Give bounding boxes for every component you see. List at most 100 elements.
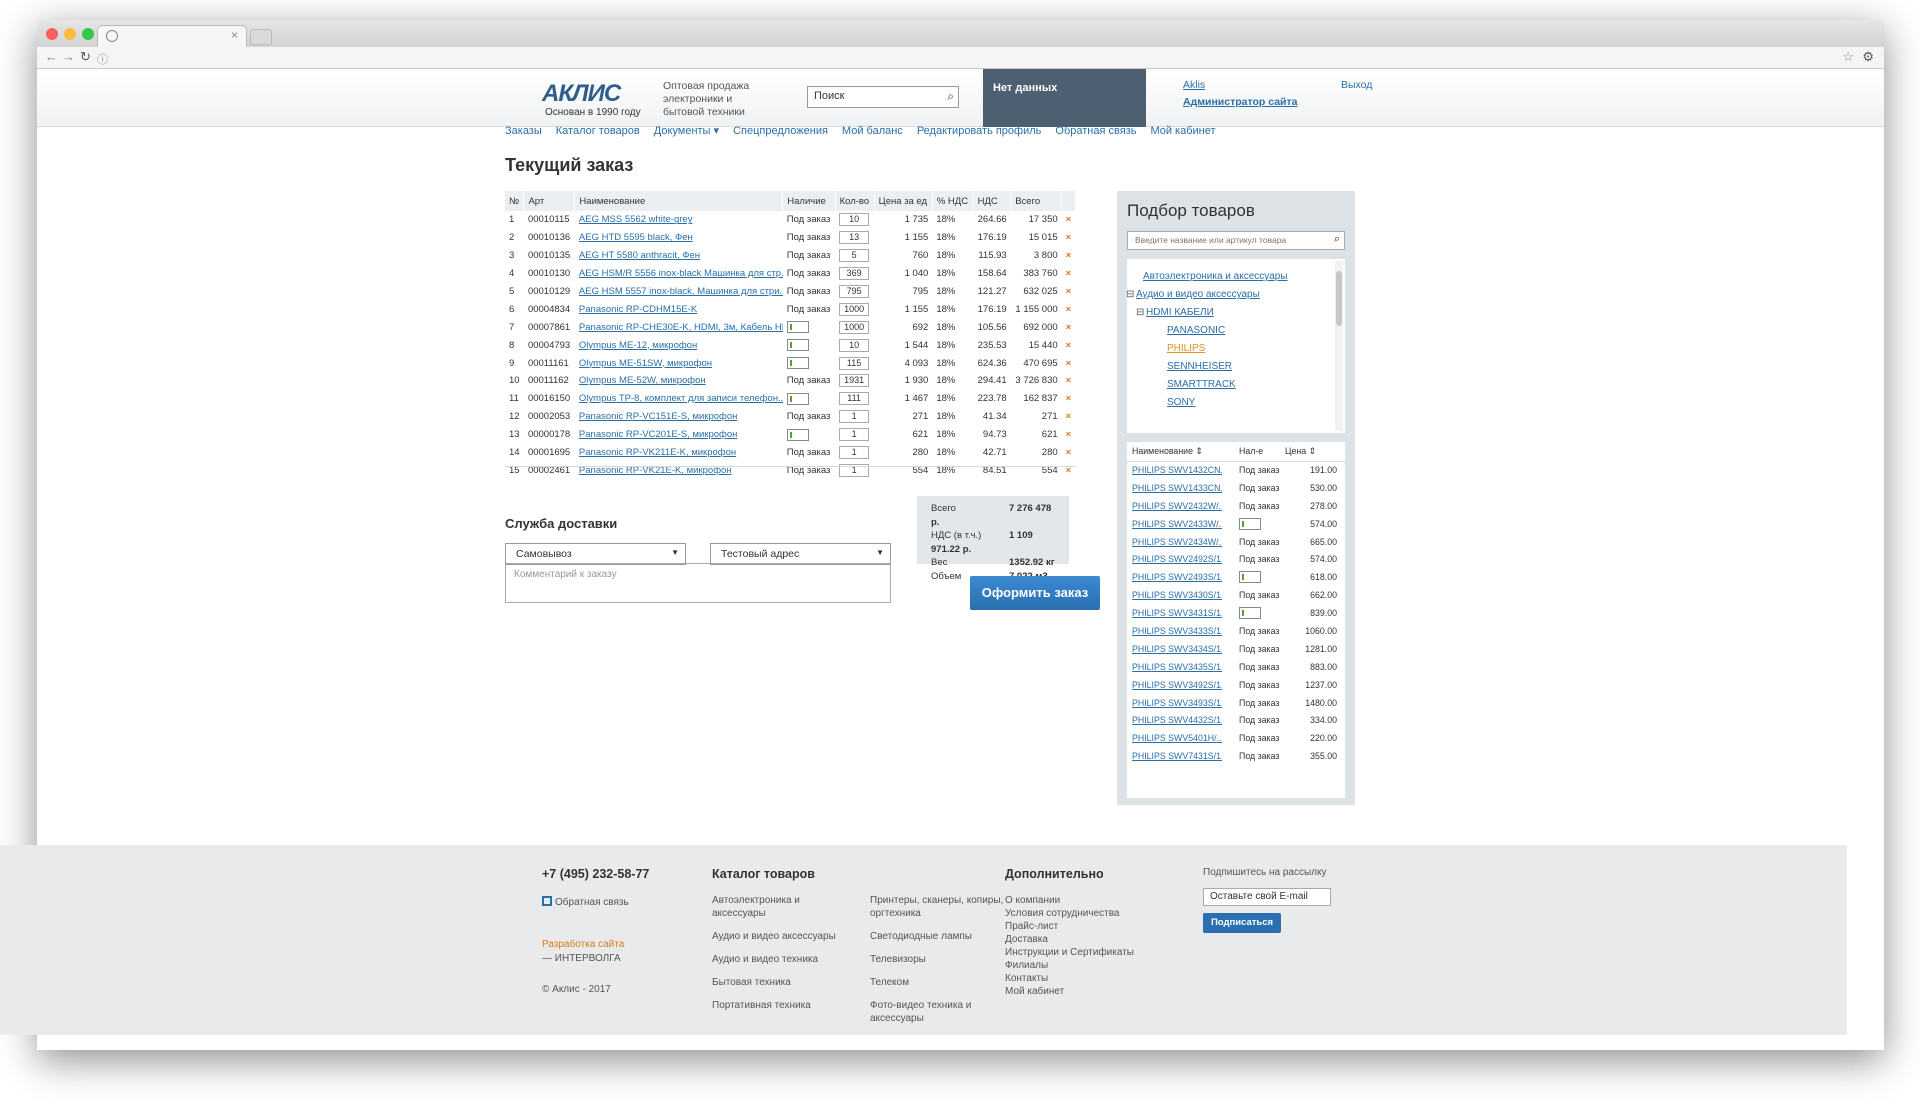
tree-item-auto[interactable]: Автоэлектроника и аксессуары xyxy=(1143,271,1287,282)
tree-item-hdmi[interactable]: HDMI КАБЕЛИ xyxy=(1146,307,1214,318)
picker-search-input[interactable]: Введите название или артикул товара ⌕ xyxy=(1127,231,1345,250)
footer-catalog-link[interactable]: Светодиодные лампы xyxy=(870,930,1010,943)
product-link[interactable]: AEG HT 5580 anthracit, Фен xyxy=(575,247,783,265)
nav-edit-profile[interactable]: Редактировать профиль xyxy=(917,125,1042,137)
remove-item-icon[interactable]: × xyxy=(1066,393,1072,404)
product-link[interactable]: AEG HSM/R 5556 inox-black Машинка для ст… xyxy=(575,265,783,283)
wrench-icon[interactable]: ⚙ xyxy=(1862,49,1874,65)
product-link[interactable]: PHILIPS SWV7431S/1... xyxy=(1132,751,1222,761)
product-link[interactable]: PHILIPS SWV3430S/1... xyxy=(1132,590,1222,600)
quantity-input[interactable]: 1000 xyxy=(839,320,870,334)
delivery-method-select[interactable]: Самовывоз ▼ xyxy=(505,543,686,565)
quantity-input[interactable]: 13 xyxy=(839,231,870,245)
remove-item-icon[interactable]: × xyxy=(1066,214,1072,225)
delivery-address-select[interactable]: Тестовый адрес ▼ xyxy=(710,543,891,565)
footer-catalog-link[interactable]: Аудио и видео техника xyxy=(712,953,852,966)
order-comment-input[interactable]: Комментарий к заказу xyxy=(505,563,891,603)
footer-feedback[interactable]: Обратная связь xyxy=(542,896,629,909)
product-link[interactable]: Olympus TP-8, комплект для записи телефо… xyxy=(575,390,783,408)
remove-item-icon[interactable]: × xyxy=(1066,447,1072,458)
remove-item-icon[interactable]: × xyxy=(1066,411,1072,422)
footer-phone[interactable]: +7 (495) 232-58-77 xyxy=(542,867,649,881)
tree-item-sony[interactable]: SONY xyxy=(1167,397,1195,408)
forward-icon[interactable]: → xyxy=(62,49,75,64)
quantity-input[interactable]: 1 xyxy=(839,428,870,442)
quantity-input[interactable]: 10 xyxy=(839,213,870,227)
footer-dev-link[interactable]: Разработка сайта xyxy=(542,938,624,951)
sort-name-header[interactable]: Наименование ⇕ xyxy=(1132,446,1203,457)
product-link[interactable]: PHILIPS SWV3435S/1... xyxy=(1132,662,1222,672)
close-window-button[interactable] xyxy=(46,28,58,40)
product-link[interactable]: AEG MSS 5562 white-grey xyxy=(575,211,783,229)
product-link[interactable]: PHILIPS SWV2492S/1... xyxy=(1132,554,1222,564)
quantity-input[interactable]: 1 xyxy=(839,410,870,424)
remove-item-icon[interactable]: × xyxy=(1066,232,1072,243)
bookmark-star-icon[interactable]: ☆ xyxy=(1842,49,1854,65)
close-tab-icon[interactable]: × xyxy=(231,28,238,42)
collapse-icon[interactable]: ⊟ xyxy=(1127,289,1134,300)
product-link[interactable]: PHILIPS SWV3492S/1... xyxy=(1132,680,1222,690)
product-link[interactable]: Panasonic RP-VK21E-K, микрофон xyxy=(575,461,783,479)
footer-catalog-link[interactable]: Автоэлектроника и аксессуары xyxy=(712,894,852,920)
footer-catalog-link[interactable]: Аудио и видео аксессуары xyxy=(712,930,852,943)
logout-link[interactable]: Выход xyxy=(1341,79,1372,91)
reload-icon[interactable]: ↻ xyxy=(80,49,91,65)
site-logo[interactable]: АКЛИС xyxy=(542,80,621,108)
tree-item-sennheiser[interactable]: SENNHEISER xyxy=(1167,361,1232,372)
footer-extra-link[interactable]: Прайс-лист xyxy=(1005,920,1134,933)
footer-extra-link[interactable]: Мой кабинет xyxy=(1005,985,1134,998)
back-icon[interactable]: ← xyxy=(45,49,58,64)
product-link[interactable]: PHILIPS SWV3493S/1... xyxy=(1132,698,1222,708)
product-link[interactable]: Panasonic RP-CDHM15E-K xyxy=(575,300,783,318)
remove-item-icon[interactable]: × xyxy=(1066,250,1072,261)
quantity-input[interactable]: 1000 xyxy=(839,302,870,316)
subscribe-email-input[interactable]: Оставьте свой E-mail xyxy=(1203,888,1331,906)
nav-account[interactable]: Мой кабинет xyxy=(1150,125,1215,137)
footer-catalog-link[interactable]: Телеком xyxy=(870,976,1010,989)
product-link[interactable]: AEG HSM 5557 inox-black, Машинка для стр… xyxy=(575,283,783,301)
nav-balance[interactable]: Мой баланс xyxy=(842,125,903,137)
product-link[interactable]: Panasonic RP-VC151E-S, микрофон xyxy=(575,408,783,426)
collapse-icon[interactable]: ⊟ xyxy=(1136,307,1144,318)
nav-orders[interactable]: Заказы xyxy=(505,125,542,137)
footer-extra-link[interactable]: Инструкции и Сертификаты xyxy=(1005,946,1134,959)
footer-extra-link[interactable]: О компании xyxy=(1005,894,1134,907)
nav-special-offers[interactable]: Спецпредложения xyxy=(733,125,828,137)
remove-item-icon[interactable]: × xyxy=(1066,340,1072,351)
product-link[interactable]: PHILIPS SWV1432CN... xyxy=(1132,465,1222,475)
user-link[interactable]: Aklis xyxy=(1183,79,1205,91)
footer-catalog-link[interactable]: Телевизоры xyxy=(870,953,1010,966)
footer-extra-link[interactable]: Условия сотрудничества xyxy=(1005,907,1134,920)
product-link[interactable]: PHILIPS SWV3434S/1... xyxy=(1132,644,1222,654)
checkout-button[interactable]: Оформить заказ xyxy=(970,576,1100,610)
remove-item-icon[interactable]: × xyxy=(1066,429,1072,440)
quantity-input[interactable]: 111 xyxy=(839,392,870,406)
tree-item-smarttrack[interactable]: SMARTTRACK xyxy=(1167,379,1236,390)
nav-catalog[interactable]: Каталог товаров xyxy=(556,125,640,137)
product-link[interactable]: Panasonic RP-CHE30E-K, HDMI, 3м, Кабель … xyxy=(575,318,783,336)
remove-item-icon[interactable]: × xyxy=(1066,304,1072,315)
quantity-input[interactable]: 795 xyxy=(839,285,870,298)
footer-catalog-link[interactable]: Портативная техника xyxy=(712,999,852,1012)
tree-item-philips[interactable]: PHILIPS xyxy=(1167,343,1205,354)
tree-item-av-accessories[interactable]: Аудио и видео аксессуары xyxy=(1136,289,1260,300)
product-link[interactable]: PHILIPS SWV2432W/... xyxy=(1132,501,1222,511)
footer-extra-link[interactable]: Филиалы xyxy=(1005,959,1134,972)
nav-feedback[interactable]: Обратная связь xyxy=(1055,125,1136,137)
remove-item-icon[interactable]: × xyxy=(1066,322,1072,333)
product-link[interactable]: Panasonic RP-VK211E-K, микрофон xyxy=(575,444,783,462)
product-link[interactable]: PHILIPS SWV2434W/... xyxy=(1132,537,1222,547)
browser-tab[interactable]: × xyxy=(97,25,247,47)
page-info-icon[interactable]: ⓘ xyxy=(97,51,108,67)
quantity-input[interactable]: 1 xyxy=(839,446,870,460)
product-link[interactable]: PHILIPS SWV4432S/1... xyxy=(1132,715,1222,725)
product-link[interactable]: Olympus ME-12, микрофон xyxy=(575,336,783,354)
minimize-window-button[interactable] xyxy=(64,28,76,40)
product-link[interactable]: Panasonic RP-VC201E-S, микрофон xyxy=(575,426,783,444)
footer-extra-link[interactable]: Контакты xyxy=(1005,972,1134,985)
product-link[interactable]: PHILIPS SWV2493S/1... xyxy=(1132,572,1222,582)
product-link[interactable]: AEG HTD 5595 black, Фен xyxy=(575,229,783,247)
product-link[interactable]: PHILIPS SWV3433S/1... xyxy=(1132,626,1222,636)
quantity-input[interactable]: 1931 xyxy=(839,374,870,388)
footer-catalog-link[interactable]: Фото-видео техника и аксессуары xyxy=(870,999,1010,1025)
